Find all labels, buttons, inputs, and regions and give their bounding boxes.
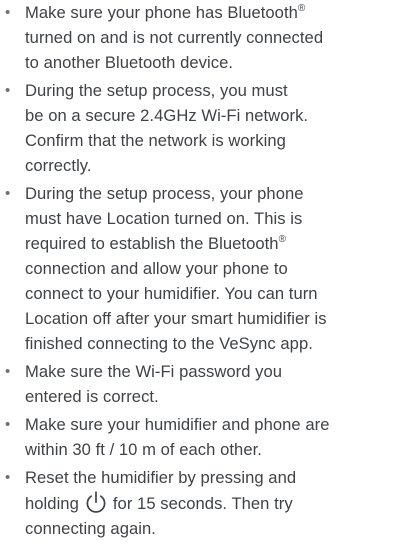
item-text: must have Location turned on. This is bbox=[25, 209, 303, 228]
bullet-icon: • bbox=[5, 469, 11, 486]
item-text: turned on and is not currently connected bbox=[25, 28, 324, 47]
item-text: finished connecting to the VeSync app. bbox=[25, 334, 313, 353]
item-text: be on a secure 2.4GHz Wi-Fi network. bbox=[25, 106, 309, 125]
item-text: Confirm that the network is working bbox=[25, 131, 286, 150]
bullet-icon: • bbox=[5, 363, 11, 380]
list-item: • Make sure the Wi-Fi password you enter… bbox=[0, 359, 395, 409]
item-text: connection and allow your phone to bbox=[25, 259, 288, 278]
item-text: holding bbox=[25, 494, 79, 513]
item-text: to another Bluetooth device. bbox=[25, 53, 234, 72]
item-text: Location off after your smart humidifier… bbox=[25, 309, 327, 328]
item-text: During the setup process, your phone bbox=[25, 184, 304, 203]
item-text: connecting again. bbox=[25, 519, 156, 538]
list-item: • Make sure your phone has Bluetooth® tu… bbox=[0, 0, 395, 75]
item-text: Make sure your phone has Bluetooth bbox=[25, 3, 298, 22]
list-item: • Reset the humidifier by pressing and h… bbox=[0, 465, 395, 541]
list-item: • During the setup process, you must be … bbox=[0, 78, 395, 178]
item-text: Make sure the Wi-Fi password you bbox=[25, 362, 283, 381]
item-text: entered is correct. bbox=[25, 387, 159, 406]
bullet-icon: • bbox=[5, 82, 11, 99]
power-icon bbox=[86, 491, 106, 513]
item-text: correctly. bbox=[25, 156, 92, 175]
registered-mark: ® bbox=[278, 234, 287, 245]
item-text: required to establish the Bluetooth bbox=[25, 234, 279, 253]
troubleshooting-list: • Make sure your phone has Bluetooth® tu… bbox=[0, 0, 395, 544]
bullet-icon: • bbox=[5, 4, 11, 21]
item-text: within 30 ft / 10 m of each other. bbox=[25, 440, 262, 459]
item-text: Make sure your humidifier and phone are bbox=[25, 415, 330, 434]
item-text: for 15 seconds. Then try bbox=[112, 494, 293, 513]
list-item: • During the setup process, your phone m… bbox=[0, 181, 395, 356]
bullet-icon: • bbox=[5, 185, 11, 202]
list-item: • Make sure your humidifier and phone ar… bbox=[0, 412, 395, 462]
item-text: During the setup process, you must bbox=[25, 81, 288, 100]
item-text: connect to your humidifier. You can turn bbox=[25, 284, 318, 303]
bullet-icon: • bbox=[5, 416, 11, 433]
registered-mark: ® bbox=[297, 3, 306, 14]
item-text: Reset the humidifier by pressing and bbox=[25, 468, 297, 487]
